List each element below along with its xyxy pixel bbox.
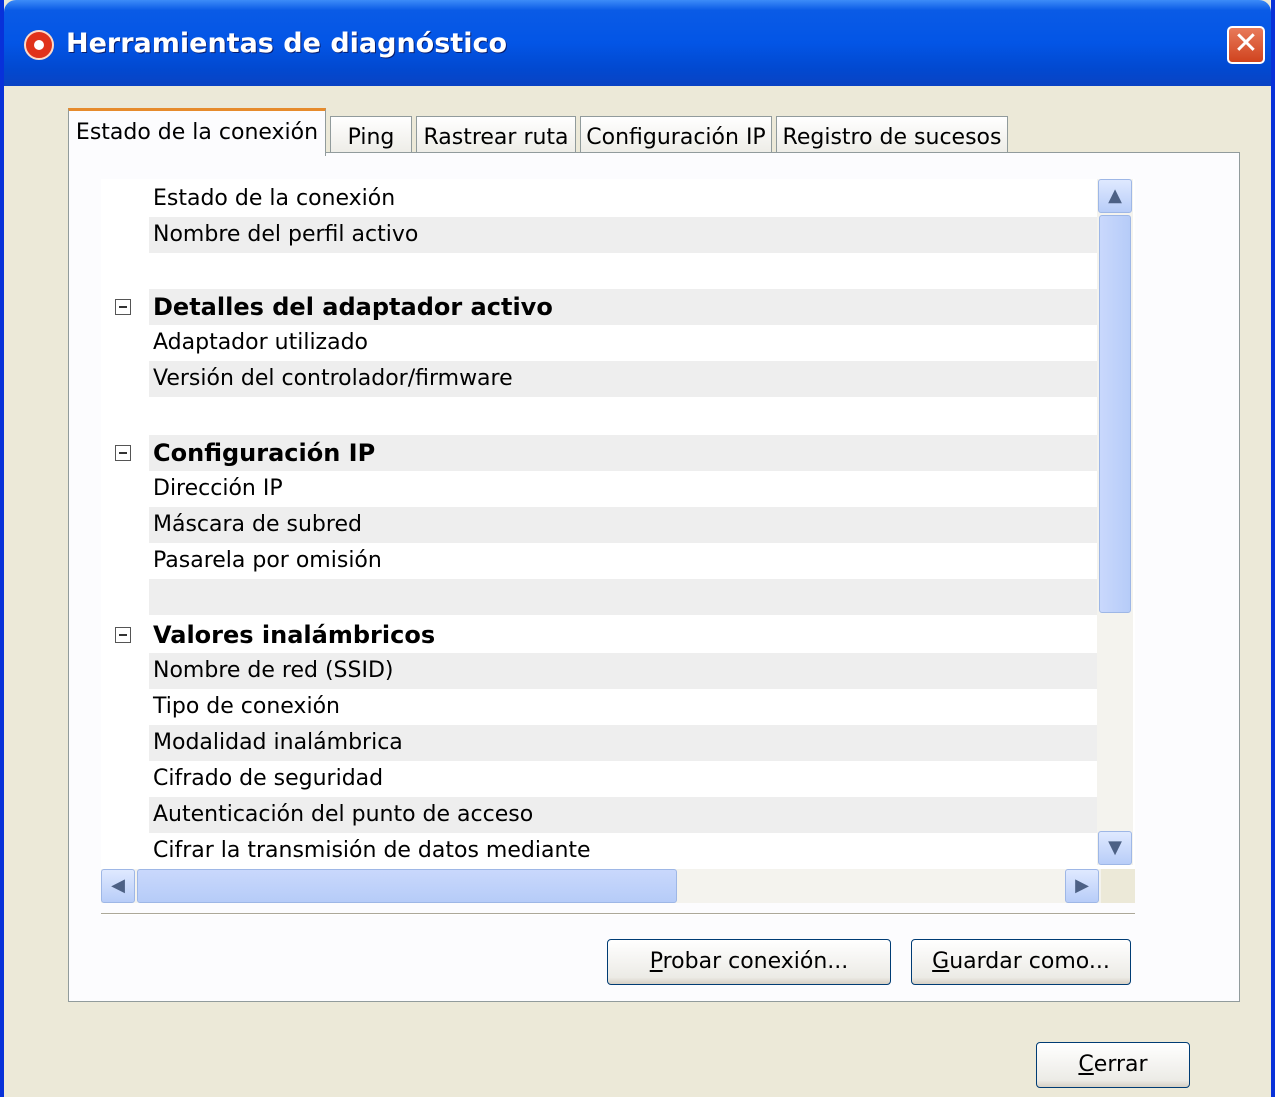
tab-event-log[interactable]: Registro de sucesos [776, 116, 1008, 156]
section-header[interactable]: Valores inalámbricos [149, 617, 1097, 653]
close-label: errar [1093, 1052, 1148, 1077]
tab-traceroute[interactable]: Rastrear ruta [416, 116, 576, 156]
test-connection-mnemonic: P [649, 949, 663, 974]
vertical-scrollbar[interactable]: ▲ ▼ [1097, 179, 1133, 865]
tab-ip-config[interactable]: Configuración IP [580, 116, 772, 156]
collapse-toggle-icon[interactable] [115, 627, 131, 643]
grid-row [149, 397, 1097, 433]
client-area: Estado de la conexión Ping Rastrear ruta… [8, 86, 1267, 1097]
title-bar[interactable]: Herramientas de diagnóstico ✕ [4, 0, 1271, 86]
scroll-up-icon[interactable]: ▲ [1098, 179, 1132, 213]
separator [101, 913, 1135, 915]
save-as-label: uardar como... [949, 949, 1110, 974]
test-connection-button[interactable]: Probar conexión... [607, 939, 891, 985]
scroll-left-icon[interactable]: ◀ [101, 869, 135, 903]
grid-row[interactable]: Modalidad inalámbrica [149, 725, 1097, 761]
grid-row[interactable]: Dirección IP [149, 471, 1097, 507]
scroll-corner [1101, 869, 1135, 903]
close-mnemonic: C [1078, 1052, 1094, 1077]
grid-row[interactable]: Nombre de red (SSID) [149, 653, 1097, 689]
test-connection-label: robar conexión... [662, 949, 849, 974]
grid-row[interactable]: Autenticación del punto de acceso [149, 797, 1097, 833]
grid-row[interactable]: Nombre del perfil activo [149, 217, 1097, 253]
grid-row[interactable]: Máscara de subred [149, 507, 1097, 543]
scroll-right-icon[interactable]: ▶ [1065, 869, 1099, 903]
grid-row[interactable]: Versión del controlador/firmware [149, 361, 1097, 397]
horizontal-scrollbar[interactable]: ◀ ▶ [101, 869, 1101, 903]
grid-row [149, 579, 1097, 615]
app-icon [24, 30, 54, 60]
diagnostic-window: Herramientas de diagnóstico ✕ Estado de … [0, 0, 1275, 1097]
tab-connection-status[interactable]: Estado de la conexión [68, 108, 326, 156]
grid-row[interactable]: Pasarela por omisión [149, 543, 1097, 579]
save-as-mnemonic: G [932, 949, 950, 974]
grid-row[interactable]: Cifrar la transmisión de datos mediante [149, 833, 1097, 869]
vertical-scroll-thumb[interactable] [1099, 215, 1131, 613]
status-grid: Estado de la conexión Nombre del perfil … [101, 179, 1135, 903]
grid-row[interactable]: Tipo de conexión [149, 689, 1097, 725]
scroll-down-icon[interactable]: ▼ [1098, 831, 1132, 865]
section-header[interactable]: Detalles del adaptador activo [149, 289, 1097, 325]
grid-row[interactable]: Adaptador utilizado [149, 325, 1097, 361]
tab-panel: Estado de la conexión Nombre del perfil … [68, 152, 1240, 1002]
grid-row [149, 253, 1097, 289]
tab-ping[interactable]: Ping [330, 116, 412, 156]
section-header[interactable]: Configuración IP [149, 435, 1097, 471]
close-window-button[interactable]: ✕ [1227, 26, 1265, 64]
grid-row[interactable]: Cifrado de seguridad [149, 761, 1097, 797]
horizontal-scroll-thumb[interactable] [137, 869, 677, 903]
save-as-button[interactable]: Guardar como... [911, 939, 1131, 985]
collapse-toggle-icon[interactable] [115, 445, 131, 461]
close-button[interactable]: Cerrar [1036, 1042, 1190, 1088]
grid-row[interactable]: Estado de la conexión [149, 181, 1097, 217]
window-title: Herramientas de diagnóstico [66, 28, 508, 59]
collapse-toggle-icon[interactable] [115, 299, 131, 315]
